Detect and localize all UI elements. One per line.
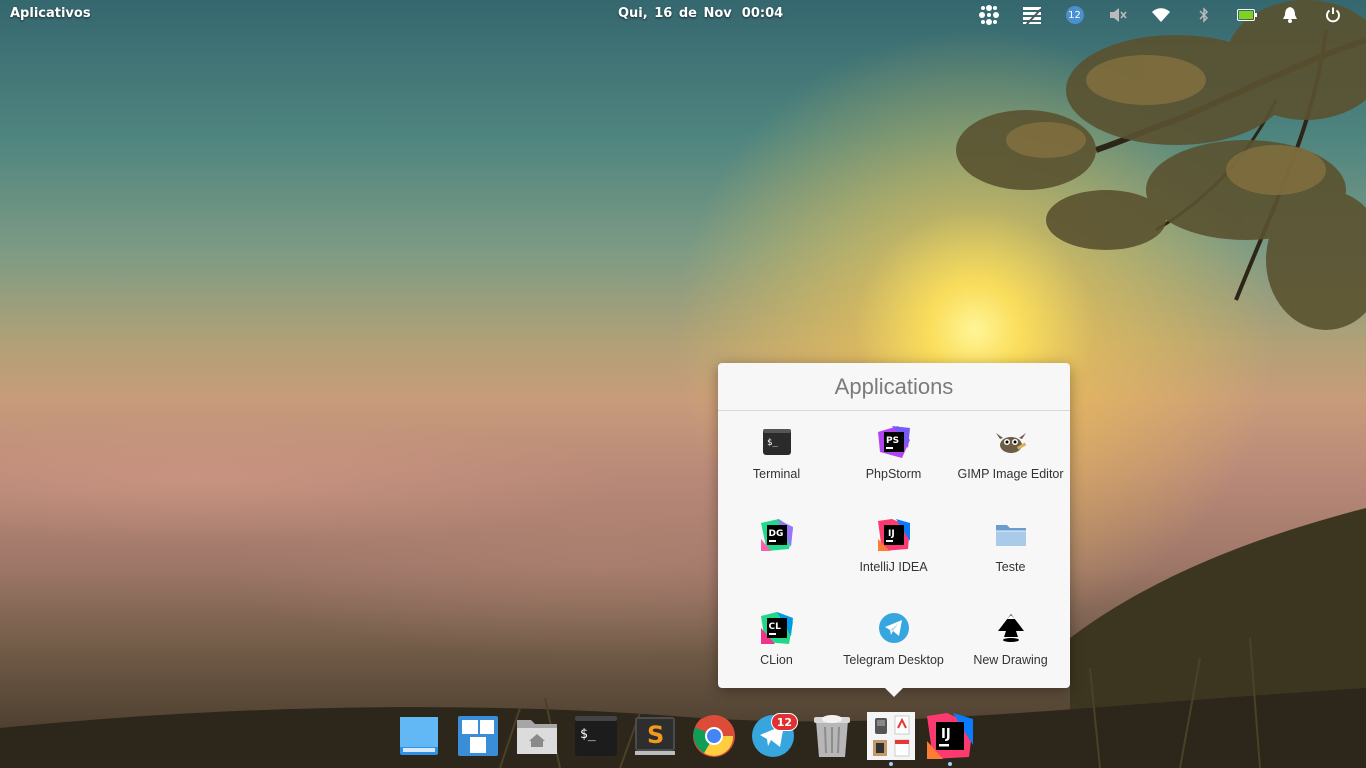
applications-grid: $_ Terminal PS PhpStorm GIMP Image Edito…: [718, 419, 1070, 698]
dock-intellij-idea[interactable]: IJ: [920, 708, 979, 766]
app-label: Terminal: [752, 467, 801, 481]
datagrip-icon: DG: [760, 518, 794, 552]
dock: $_ S 12 IJ: [389, 708, 979, 768]
dock-applications-stack[interactable]: [861, 708, 920, 766]
dock-terminal[interactable]: $_: [566, 708, 625, 764]
inkscape-icon: [994, 611, 1028, 645]
phpstorm-glyph: PS: [886, 436, 899, 446]
intellij-icon: IJ: [926, 713, 973, 759]
app-label: PhpStorm: [865, 467, 922, 481]
app-telegram-desktop[interactable]: Telegram Desktop: [835, 605, 952, 698]
terminal-glyph: $_: [767, 438, 778, 448]
chrome-icon: [692, 715, 735, 757]
app-label: Telegram Desktop: [843, 653, 944, 667]
app-phpstorm[interactable]: PS PhpStorm: [835, 419, 952, 512]
date-time-indicator[interactable]: Qui, 16 de Nov 00:04: [618, 6, 783, 21]
app-label: GIMP Image Editor: [957, 467, 1064, 481]
dock-telegram[interactable]: 12: [743, 708, 802, 764]
intellij-icon: IJ: [877, 518, 911, 552]
system-indicators: 12: [967, 4, 1354, 26]
wallpaper-tree: [956, 0, 1366, 330]
app-datagrip[interactable]: DG: [718, 512, 835, 605]
multitasking-view-icon: [399, 717, 438, 755]
clion-glyph: CL: [768, 622, 781, 632]
gimp-icon: [994, 425, 1028, 459]
app-intellij-idea[interactable]: IJ IntelliJ IDEA: [835, 512, 952, 605]
notifications-bell-icon[interactable]: [1268, 4, 1311, 26]
battery-icon[interactable]: [1225, 4, 1268, 26]
home-folder-icon: [516, 720, 557, 754]
app-new-drawing[interactable]: New Drawing: [952, 605, 1069, 698]
telegram-notification-icon[interactable]: 12: [1053, 4, 1096, 26]
notification-count: 12: [1065, 6, 1084, 24]
intellij-glyph: IJ: [888, 529, 895, 539]
top-panel: Aplicativos Qui, 16 de Nov 00:04 12: [0, 0, 1366, 28]
folder-icon: [994, 518, 1028, 552]
workspace-switcher-icon: [457, 716, 498, 756]
phpstorm-icon: PS: [877, 425, 911, 459]
app-label: New Drawing: [973, 653, 1048, 667]
bluetooth-icon[interactable]: [1182, 4, 1225, 26]
dock-home-folder[interactable]: [507, 708, 566, 764]
datagrip-glyph: DG: [768, 529, 783, 539]
time-label: 00:04: [741, 6, 784, 21]
applications-menu-button[interactable]: Aplicativos: [10, 6, 91, 21]
telegram-unread-badge: 12: [770, 713, 798, 731]
trash-icon: [813, 715, 850, 757]
app-label: CLion: [760, 653, 793, 667]
terminal-icon: $_: [760, 425, 794, 459]
dock-workspace-switcher[interactable]: [448, 708, 507, 764]
apps-grid-icon[interactable]: [967, 4, 1010, 26]
app-teste[interactable]: Teste: [952, 512, 1069, 605]
volume-muted-icon[interactable]: [1096, 4, 1139, 26]
sublime-glyph: S: [647, 721, 664, 749]
running-indicator: [889, 762, 893, 766]
terminal-icon: $_: [574, 716, 617, 756]
app-terminal[interactable]: $_ Terminal: [718, 419, 835, 512]
app-label: IntelliJ IDEA: [859, 560, 928, 574]
app-clion[interactable]: CL CLion: [718, 605, 835, 698]
applications-stack-popover: Applications $_ Terminal PS PhpStorm GIM…: [718, 363, 1070, 697]
app-label: Teste: [995, 560, 1026, 574]
date-label: Qui, 16 de Nov: [618, 6, 732, 21]
telegram-icon: [877, 611, 911, 645]
running-indicator: [948, 762, 952, 766]
dock-multitasking-view[interactable]: [389, 708, 448, 764]
power-icon[interactable]: [1311, 4, 1354, 26]
workspaces-icon[interactable]: [1010, 4, 1053, 26]
intellij-glyph: IJ: [941, 727, 951, 742]
dock-trash[interactable]: [802, 708, 861, 764]
popover-title: Applications: [718, 363, 1070, 411]
sublime-text-icon: S: [634, 717, 675, 755]
clion-icon: CL: [760, 611, 794, 645]
dock-chrome[interactable]: [684, 708, 743, 764]
dock-sublime-text[interactable]: S: [625, 708, 684, 764]
wifi-icon[interactable]: [1139, 4, 1182, 26]
applications-stack-icon: [866, 712, 915, 760]
terminal-glyph: $_: [580, 727, 596, 742]
app-gimp[interactable]: GIMP Image Editor: [952, 419, 1069, 512]
